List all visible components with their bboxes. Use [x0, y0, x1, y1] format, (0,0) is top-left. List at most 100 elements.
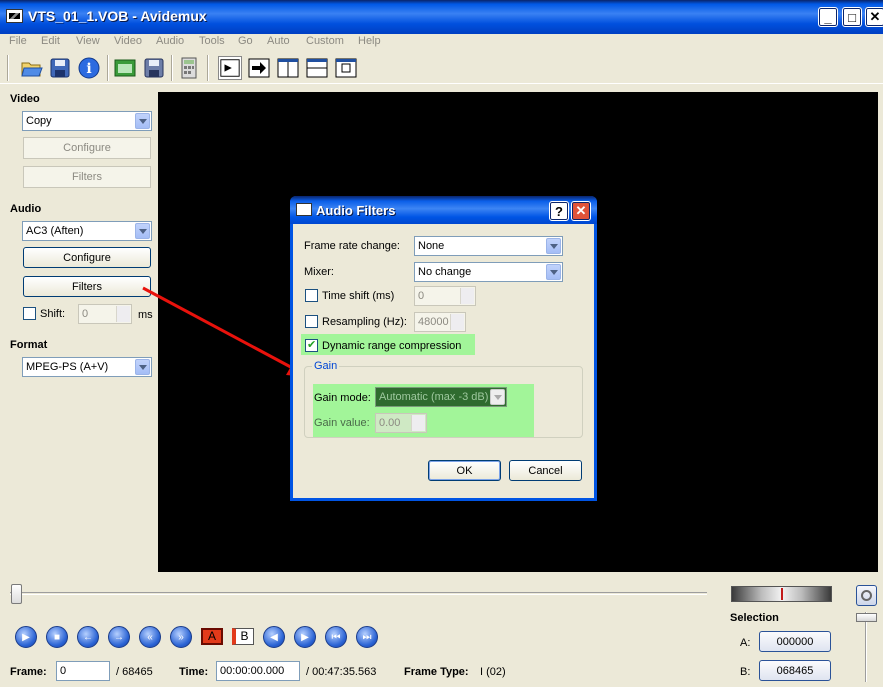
first-frame-icon[interactable]: ⏮: [325, 626, 347, 648]
audio-codec-select[interactable]: AC3 (Aften): [22, 221, 152, 241]
dialog-help-button[interactable]: ?: [549, 201, 569, 221]
previous-frame-icon[interactable]: ←: [77, 626, 99, 648]
gain-mode-select[interactable]: Automatic (max -3 dB): [375, 387, 507, 407]
top-bottom-icon[interactable]: [305, 56, 329, 80]
audio-section-label: Audio: [10, 203, 42, 215]
menu-video[interactable]: Video: [114, 35, 142, 47]
volume-icon[interactable]: [856, 585, 877, 606]
frame-label: Frame:: [10, 666, 47, 678]
dialog-close-button[interactable]: ✕: [571, 201, 591, 221]
selection-b-label: B:: [740, 666, 751, 678]
mixer-label: Mixer:: [304, 266, 334, 278]
timeline-track[interactable]: [10, 592, 707, 595]
menu-auto[interactable]: Auto: [267, 35, 290, 47]
gain-value: 0.00: [379, 417, 401, 429]
menu-go[interactable]: Go: [238, 35, 253, 47]
next-keyframe-icon[interactable]: ▶: [294, 626, 316, 648]
marker-b-icon[interactable]: B: [232, 628, 254, 645]
spin-arrows-icon: [411, 415, 425, 431]
jog-shuttle[interactable]: [731, 586, 832, 602]
open-folder-icon[interactable]: [113, 56, 137, 80]
gain-value-spinbox[interactable]: 0.00: [375, 413, 427, 433]
open-icon[interactable]: [20, 56, 44, 80]
frame-type-value: I (02): [480, 666, 506, 678]
video-filters-button[interactable]: Filters: [23, 166, 151, 188]
gain-mode-value: Automatic (max -3 dB): [379, 391, 489, 403]
minimize-button[interactable]: _: [818, 7, 838, 27]
next-frame-icon[interactable]: →: [108, 626, 130, 648]
close-button[interactable]: ✕: [865, 7, 883, 27]
calculator-icon[interactable]: [177, 56, 201, 80]
side-by-side-icon[interactable]: [276, 56, 300, 80]
video-configure-button[interactable]: Configure: [23, 137, 151, 159]
selection-b-button[interactable]: 068465: [759, 660, 831, 681]
menu-custom[interactable]: Custom: [306, 35, 344, 47]
shift-checkbox[interactable]: [23, 307, 36, 320]
menu-edit[interactable]: Edit: [41, 35, 60, 47]
play-icon[interactable]: ▶: [15, 626, 37, 648]
video-codec-value: Copy: [26, 115, 52, 127]
audio-filters-button[interactable]: Filters: [23, 276, 151, 297]
dialog-title: Audio Filters: [316, 203, 396, 218]
frame-input[interactable]: 0: [56, 661, 110, 681]
stop-icon[interactable]: ■: [46, 626, 68, 648]
frame-rate-label: Frame rate change:: [304, 240, 400, 252]
chevron-down-icon: [135, 113, 150, 129]
rewind-icon[interactable]: «: [139, 626, 161, 648]
drc-checkbox[interactable]: [305, 338, 318, 352]
video-section-label: Video: [10, 93, 40, 105]
frame-rate-select[interactable]: None: [414, 236, 563, 256]
view-output-icon[interactable]: [247, 56, 271, 80]
spin-arrows-icon: [116, 306, 130, 322]
chevron-down-icon: [490, 389, 505, 405]
time-shift-checkbox[interactable]: [305, 289, 318, 302]
gain-mode-label: Gain mode:: [314, 392, 371, 404]
app-icon: [6, 9, 23, 23]
menu-view[interactable]: View: [76, 35, 100, 47]
marker-a-icon[interactable]: A: [201, 628, 223, 645]
timeline-thumb[interactable]: [11, 584, 22, 604]
window-title: VTS_01_1.VOB - Avidemux: [28, 8, 207, 24]
previous-keyframe-icon[interactable]: ◀: [263, 626, 285, 648]
jog-indicator: [781, 588, 783, 600]
save-icon[interactable]: [48, 56, 72, 80]
mixer-select[interactable]: No change: [414, 262, 563, 282]
shift-spinbox[interactable]: 0: [78, 304, 132, 324]
audio-filters-dialog: Audio Filters ? ✕ Frame rate change: Non…: [290, 196, 597, 501]
ok-button[interactable]: OK: [428, 460, 501, 481]
last-frame-icon[interactable]: ⏭: [356, 626, 378, 648]
chevron-down-icon: [546, 264, 561, 280]
time-shift-spinbox[interactable]: 0: [414, 286, 476, 306]
menu-bar: File Edit View Video Audio Tools Go Auto…: [0, 34, 883, 52]
fast-forward-icon[interactable]: »: [170, 626, 192, 648]
frame-rate-value: None: [418, 240, 445, 252]
menu-file[interactable]: File: [9, 35, 27, 47]
preview-icon[interactable]: [334, 56, 358, 80]
view-input-icon[interactable]: [218, 56, 242, 80]
resampling-checkbox[interactable]: [305, 315, 318, 328]
selection-a-button[interactable]: 000000: [759, 631, 831, 652]
maximize-button[interactable]: □: [842, 7, 862, 27]
video-codec-select[interactable]: Copy: [22, 111, 152, 131]
gain-value-label: Gain value:: [314, 417, 370, 429]
frame-total: / 68465: [116, 666, 153, 678]
menu-help[interactable]: Help: [358, 35, 381, 47]
spin-arrows-icon: [460, 288, 474, 304]
resampling-spinbox[interactable]: 48000: [414, 312, 466, 332]
format-select[interactable]: MPEG-PS (A+V): [22, 357, 152, 377]
time-total: / 00:47:35.563: [306, 666, 377, 678]
time-label: Time:: [179, 666, 209, 678]
menu-tools[interactable]: Tools: [199, 35, 225, 47]
audio-configure-button[interactable]: Configure: [23, 247, 151, 268]
volume-track[interactable]: [865, 612, 867, 682]
info-icon[interactable]: i: [77, 56, 101, 80]
chevron-down-icon: [546, 238, 561, 254]
selection-label: Selection: [730, 612, 779, 624]
format-section-label: Format: [10, 339, 48, 351]
save-video-icon[interactable]: [142, 56, 166, 80]
volume-thumb[interactable]: [856, 613, 877, 622]
cancel-button[interactable]: Cancel: [509, 460, 582, 481]
frame-type-label: Frame Type:: [404, 666, 469, 678]
menu-audio[interactable]: Audio: [156, 35, 184, 47]
time-input[interactable]: 00:00:00.000: [216, 661, 300, 681]
